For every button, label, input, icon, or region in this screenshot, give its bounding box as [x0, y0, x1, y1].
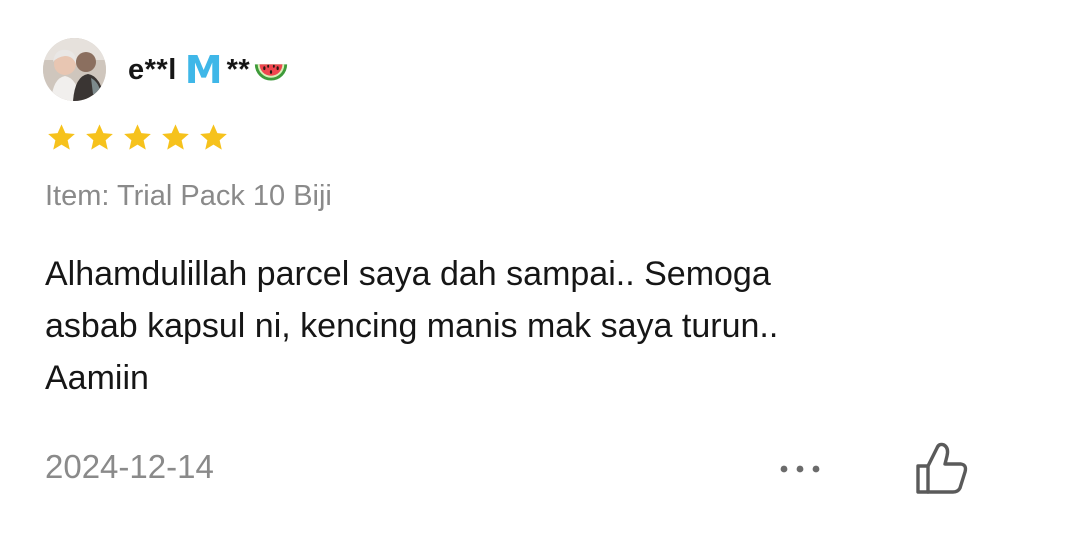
review-card: e**l M ** Item: Trial Pack 10 Biji Alham…	[0, 0, 1080, 534]
username-suffix: **	[226, 53, 251, 86]
thumbs-up-icon[interactable]	[910, 440, 974, 496]
profile-photo-icon	[43, 38, 106, 101]
star-icon	[162, 124, 189, 150]
review-date: 2024-12-14	[45, 448, 214, 485]
username-initial: M	[184, 48, 223, 92]
watermelon-icon	[255, 64, 288, 81]
star-icon	[124, 124, 151, 150]
star-icon	[48, 124, 75, 150]
star-icon	[86, 124, 113, 150]
more-dots-icon[interactable]	[774, 458, 826, 480]
star-rating	[45, 122, 230, 154]
comment-line: Alhamdulillah parcel saya dah sampai.. S…	[45, 255, 771, 293]
comment-line: Aamiin	[45, 359, 149, 397]
avatar[interactable]	[43, 38, 106, 101]
star-icon	[200, 124, 227, 150]
username: e**l M **	[128, 48, 290, 92]
item-variant-label: Item: Trial Pack 10 Biji	[45, 180, 332, 212]
review-comment: Alhamdulillah parcel saya dah sampai.. S…	[45, 248, 1035, 404]
comment-line: asbab kapsul ni, kencing manis mak saya …	[45, 307, 779, 345]
username-prefix: e**l	[128, 53, 177, 86]
